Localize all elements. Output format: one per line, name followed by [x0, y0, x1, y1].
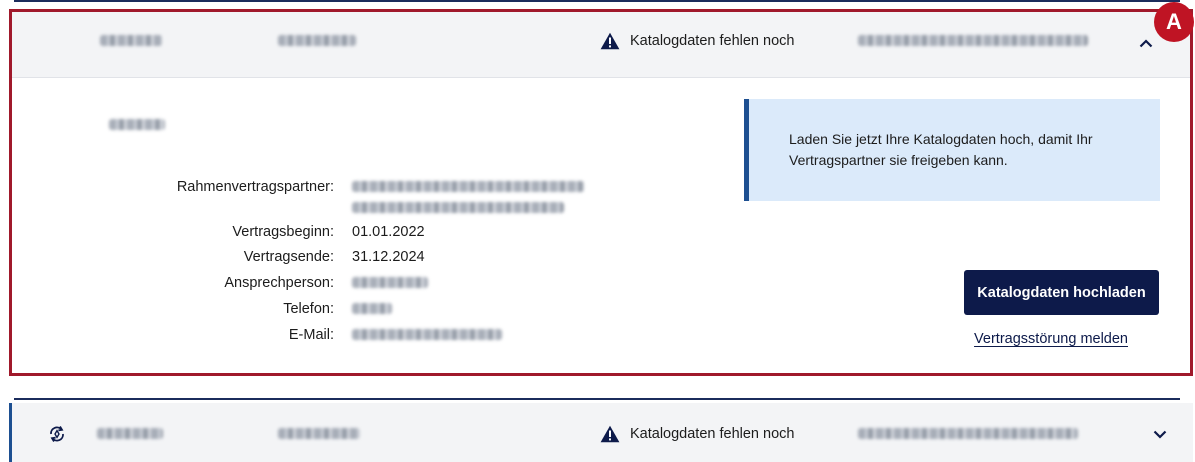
top-divider	[14, 0, 1180, 2]
row-accent-bar	[9, 403, 12, 462]
contract-card-expanded: Katalogdaten fehlen noch Rahmenvertragsp…	[9, 9, 1193, 376]
label-start: Vertragsbeginn:	[232, 224, 334, 240]
email-redacted	[352, 329, 502, 340]
partner-name-redacted	[858, 35, 1088, 46]
status-indicator: Katalogdaten fehlen noch	[600, 425, 794, 443]
warning-triangle-icon	[600, 425, 620, 443]
label-end: Vertragsende:	[243, 249, 334, 265]
upload-catalog-button[interactable]: Katalogdaten hochladen	[964, 270, 1159, 315]
expand-toggle[interactable]	[1148, 422, 1172, 446]
contact-person-redacted	[352, 277, 428, 288]
contract-row-collapsed[interactable]: Katalogdaten fehlen noch	[9, 403, 1193, 462]
contract-id-redacted	[97, 428, 163, 439]
label-contact: Ansprechperson:	[224, 275, 334, 291]
annotation-badge: A	[1154, 2, 1194, 42]
contract-number-redacted	[278, 35, 356, 46]
sync-icon	[50, 426, 64, 442]
contract-start-value: 01.01.2022	[352, 224, 425, 240]
contract-id-redacted	[100, 35, 162, 46]
contract-number-redacted	[278, 428, 360, 439]
chevron-down-icon	[1153, 430, 1167, 439]
partner-line2-redacted	[352, 202, 564, 213]
label-partner: Rahmenvertragspartner:	[176, 179, 334, 195]
collapse-toggle[interactable]	[1134, 31, 1158, 55]
status-text: Katalogdaten fehlen noch	[630, 426, 795, 442]
partner-name-redacted	[858, 428, 1078, 439]
warning-triangle-icon	[600, 32, 620, 50]
row-divider	[14, 398, 1180, 400]
info-callout: Laden Sie jetzt Ihre Katalogdaten hoch, …	[744, 99, 1160, 201]
label-phone: Telefon:	[283, 301, 334, 317]
chevron-up-icon	[1139, 38, 1153, 47]
phone-redacted	[352, 303, 392, 314]
info-callout-text: Laden Sie jetzt Ihre Katalogdaten hoch, …	[789, 131, 1093, 168]
partner-line1-redacted	[352, 181, 584, 192]
status-indicator: Katalogdaten fehlen noch	[600, 32, 794, 50]
status-text: Katalogdaten fehlen noch	[630, 33, 795, 49]
contract-row-header[interactable]: Katalogdaten fehlen noch	[12, 12, 1190, 78]
label-email: E-Mail:	[288, 327, 334, 343]
report-contract-issue-link[interactable]: Vertragsstörung melden	[974, 331, 1128, 347]
section-heading-redacted	[109, 119, 165, 130]
contract-end-value: 31.12.2024	[352, 249, 425, 265]
